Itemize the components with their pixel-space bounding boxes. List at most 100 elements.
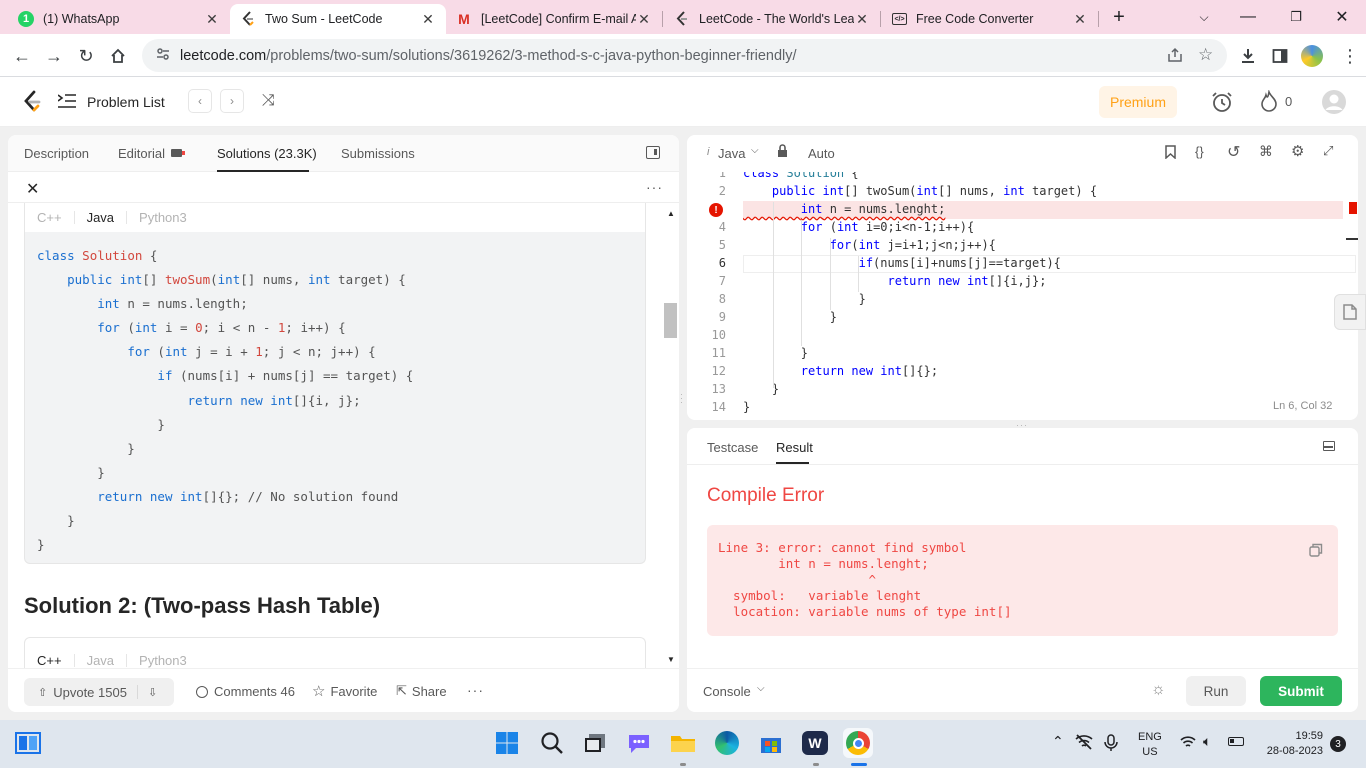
lang-tab-cpp[interactable]: C++ — [37, 210, 62, 225]
notes-icon[interactable] — [1334, 294, 1366, 330]
app-w-icon[interactable]: W — [800, 728, 830, 758]
comments-button[interactable]: Comments 46 — [196, 684, 295, 699]
new-tab-icon[interactable]: + — [1105, 5, 1133, 29]
clock[interactable]: 19:59 28-08-2023 — [1261, 729, 1323, 759]
problem-list-icon[interactable] — [57, 94, 76, 111]
restore-icon[interactable]: ❐ — [1282, 5, 1310, 29]
close-icon[interactable]: ✕ — [1072, 11, 1088, 28]
tab-description[interactable]: Description — [24, 146, 89, 161]
run-button[interactable]: Run — [1186, 676, 1246, 706]
tab-whatsapp[interactable]: 1 (1) WhatsApp ✕ — [8, 4, 230, 34]
lang-tab-java[interactable]: Java — [87, 210, 114, 225]
tab-two-sum[interactable]: Two Sum - LeetCode ✕ — [230, 4, 446, 34]
layout-toggle-icon[interactable] — [646, 146, 660, 159]
streak-flame-icon[interactable] — [1260, 89, 1278, 115]
browser-menu-icon[interactable]: ⋮ — [1336, 42, 1364, 70]
close-icon[interactable]: ✕ — [204, 11, 220, 28]
code-editor[interactable]: ! 1 2 4 5 6 7 8 9 10 11 12 13 14 class S… — [687, 172, 1358, 420]
lang-tab-java[interactable]: Java — [87, 653, 114, 668]
error-line: ^ — [718, 572, 877, 587]
address-bar[interactable]: leetcode.com/problems/two-sum/solutions/… — [142, 39, 1227, 72]
window-close-icon[interactable]: ✕ — [1328, 5, 1356, 29]
close-icon[interactable]: ✕ — [636, 11, 652, 28]
folder-icon[interactable] — [668, 728, 698, 758]
share-icon[interactable] — [1167, 47, 1183, 66]
back-icon[interactable]: ← — [8, 42, 36, 70]
shuffle-icon[interactable]: ⤨ — [262, 92, 275, 110]
download-icon[interactable] — [1234, 42, 1262, 70]
tab-result[interactable]: Result — [776, 440, 813, 455]
scrollbar-thumb[interactable] — [664, 303, 677, 338]
next-problem-button[interactable]: › — [220, 89, 244, 113]
close-icon[interactable]: ✕ — [420, 11, 436, 28]
mode-label[interactable]: Auto — [808, 146, 835, 161]
microphone-icon[interactable] — [1104, 734, 1118, 755]
share-button[interactable]: ⇱ Share — [396, 683, 447, 699]
more-options-icon[interactable]: ··· — [646, 179, 663, 195]
leetcode-logo-icon[interactable] — [22, 90, 42, 117]
close-solution-icon[interactable]: ✕ — [26, 179, 39, 199]
problem-list-link[interactable]: Problem List — [87, 94, 165, 110]
favorite-button[interactable]: ☆ Favorite — [312, 682, 377, 700]
tab-code-converter[interactable]: </> Free Code Converter ✕ — [882, 4, 1098, 34]
edge-icon[interactable] — [712, 728, 742, 758]
language-selector[interactable]: Java — [718, 146, 745, 161]
lang-tab-python3[interactable]: Python3 — [139, 653, 187, 668]
settings-icon[interactable]: ⚙ — [1291, 142, 1304, 160]
bookmark-star-icon[interactable]: ☆ — [1198, 45, 1213, 65]
more-actions-icon[interactable]: ··· — [467, 682, 484, 698]
user-avatar[interactable] — [1322, 90, 1346, 117]
fullscreen-icon[interactable]: ⤢ — [1323, 143, 1333, 159]
tab-gmail[interactable]: M [LeetCode] Confirm E-mail Ac ✕ — [446, 4, 662, 34]
shortcuts-icon[interactable]: ⌘ — [1259, 143, 1273, 160]
format-code-icon[interactable]: {} — [1195, 144, 1204, 159]
close-icon[interactable]: ✕ — [854, 11, 870, 28]
tab-leetcode-home[interactable]: LeetCode - The World's Lead ✕ — [664, 4, 880, 34]
tab-submissions[interactable]: Submissions — [341, 146, 415, 161]
tab-editorial[interactable]: Editorial — [118, 146, 165, 161]
minimize-icon[interactable]: — — [1234, 5, 1262, 29]
debug-icon[interactable]: ☼ — [1151, 681, 1166, 699]
error-marker-icon[interactable]: ! — [709, 203, 723, 217]
site-info-icon[interactable] — [156, 47, 170, 64]
console-toggle[interactable]: Console — [703, 684, 751, 699]
file-explorer-alt-icon[interactable] — [580, 728, 610, 758]
profile-avatar[interactable] — [1298, 42, 1326, 70]
input-language[interactable]: ENG US — [1138, 730, 1162, 760]
tab-search-icon[interactable]: ⌵ — [1190, 5, 1218, 29]
task-view-icon[interactable] — [13, 728, 43, 758]
scroll-up-icon[interactable]: ▲ — [667, 209, 675, 218]
side-panel-icon[interactable] — [1266, 42, 1294, 70]
panel-layout-icon[interactable] — [1323, 441, 1335, 451]
timer-icon[interactable] — [1210, 90, 1234, 117]
scroll-down-icon[interactable]: ▼ — [667, 655, 675, 664]
notification-badge[interactable]: 3 — [1330, 736, 1346, 752]
downvote-icon[interactable]: ⇩ — [148, 686, 157, 699]
premium-button[interactable]: Premium — [1099, 86, 1177, 118]
chrome-icon[interactable] — [843, 728, 873, 758]
search-icon[interactable] — [537, 728, 567, 758]
lang-tab-cpp[interactable]: C++ — [37, 653, 62, 668]
prev-problem-button[interactable]: ‹ — [188, 89, 212, 113]
network-off-icon[interactable] — [1075, 734, 1093, 753]
home-icon[interactable] — [104, 42, 132, 70]
teams-chat-icon[interactable] — [624, 728, 654, 758]
submit-button[interactable]: Submit — [1260, 676, 1342, 706]
store-icon[interactable] — [756, 728, 786, 758]
lang-tab-python3[interactable]: Python3 — [139, 210, 187, 225]
battery-icon[interactable] — [1228, 737, 1244, 746]
reload-icon[interactable]: ↻ — [72, 42, 100, 70]
forward-icon[interactable]: → — [40, 42, 68, 70]
scrollbar[interactable]: ▲ ▼ — [664, 203, 678, 667]
reset-code-icon[interactable]: ↺ — [1227, 142, 1240, 162]
wifi-icon[interactable] — [1180, 735, 1196, 752]
tray-expand-icon[interactable]: ⌃ — [1052, 733, 1064, 750]
start-windows-icon[interactable] — [492, 728, 522, 758]
tab-solutions[interactable]: Solutions (23.3K) — [217, 146, 317, 161]
horizontal-resize-handle[interactable]: · · · — [680, 390, 683, 407]
tab-testcase[interactable]: Testcase — [707, 440, 758, 455]
copy-icon[interactable] — [1309, 543, 1323, 561]
volume-icon[interactable]: 🔈︎ — [1203, 733, 1211, 750]
upvote-button[interactable]: ⇧ Upvote 1505 ⇩ — [24, 678, 174, 706]
bookmark-icon[interactable] — [1165, 145, 1176, 162]
